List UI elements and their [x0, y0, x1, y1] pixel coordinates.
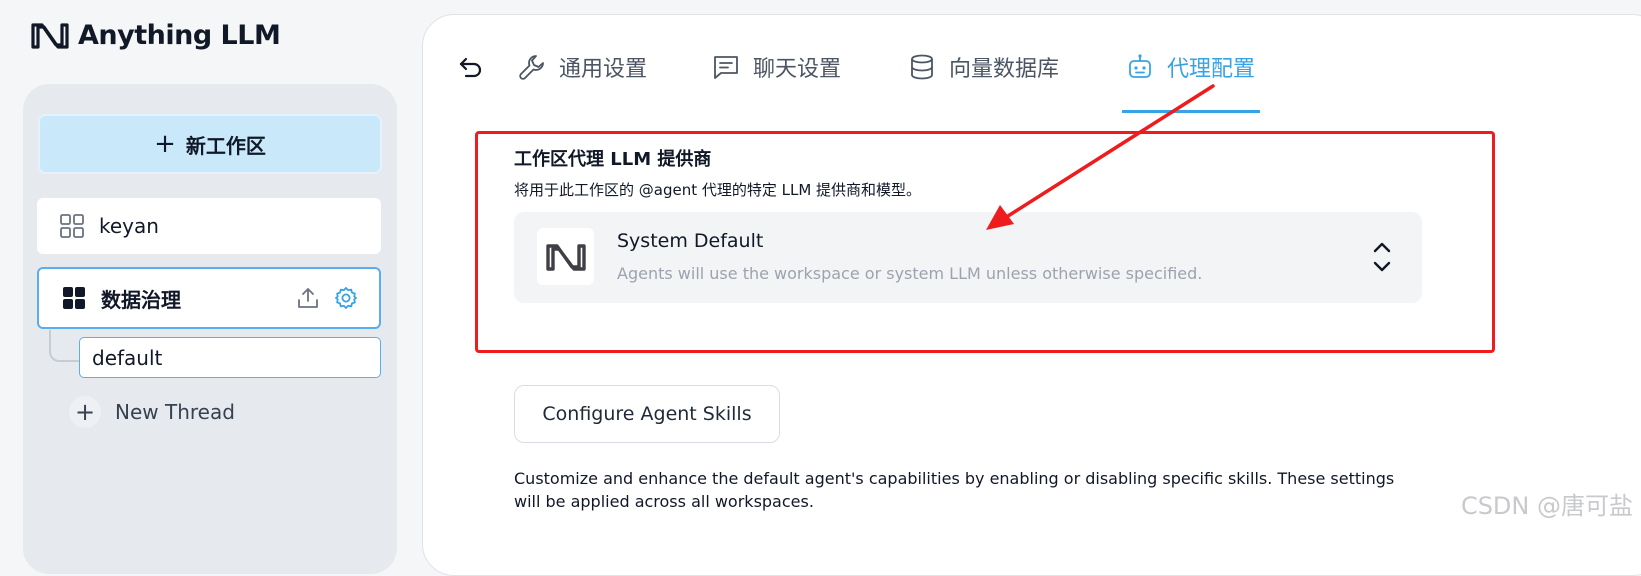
workspace-item-active[interactable]: 数据治理	[37, 267, 381, 329]
database-icon	[911, 54, 933, 80]
settings-panel: 通用设置 聊天设置 向量数据库 代理配置 工作区代理 LLM 提供商 将用于此工…	[422, 14, 1641, 576]
new-thread-button[interactable]: + New Thread	[69, 396, 235, 428]
workspace-name: 数据治理	[101, 287, 181, 312]
upload-icon[interactable]	[295, 285, 321, 311]
thread-connector	[49, 330, 79, 362]
plus-icon: +	[69, 396, 101, 428]
skills-description: Customize and enhance the default agent'…	[514, 469, 1395, 511]
tab-label: 代理配置	[1167, 57, 1256, 82]
grid-filled-icon	[63, 287, 85, 309]
thread-item-default[interactable]: default	[79, 337, 381, 378]
tab-agent-config[interactable]: 代理配置	[1125, 51, 1255, 83]
active-tab-indicator	[1122, 110, 1260, 113]
configure-agent-skills-button[interactable]: Configure Agent Skills	[514, 385, 780, 443]
app-name: Anything LLM	[78, 20, 281, 51]
app-logo: Anything LLM	[30, 20, 281, 51]
new-workspace-label: 新工作区	[185, 133, 266, 158]
tab-label: 聊天设置	[753, 57, 842, 82]
tab-label: 通用设置	[559, 57, 648, 82]
sidebar: + 新工作区 keyan 数据治理 default + New Thread	[23, 84, 397, 574]
workspace-name: keyan	[99, 214, 159, 238]
grid-outline-icon	[60, 214, 84, 238]
workspace-item-keyan[interactable]: keyan	[37, 198, 381, 254]
tab-chat-settings[interactable]: 聊天设置	[711, 51, 841, 83]
plus-icon: +	[154, 129, 176, 159]
chat-icon	[714, 56, 738, 79]
gear-icon[interactable]	[333, 285, 359, 311]
tab-general-settings[interactable]: 通用设置	[517, 51, 647, 83]
robot-icon	[1129, 54, 1151, 78]
new-workspace-button[interactable]: + 新工作区	[38, 114, 382, 174]
tab-label: 向量数据库	[949, 57, 1060, 82]
new-thread-label: New Thread	[115, 400, 235, 424]
tab-vector-database[interactable]: 向量数据库	[907, 51, 1059, 83]
thread-name: default	[92, 345, 163, 370]
back-arrow-icon[interactable]	[457, 53, 485, 81]
anything-llm-logo-icon	[31, 22, 69, 49]
watermark: CSDN @唐可盐	[1460, 492, 1633, 520]
wrench-icon	[519, 55, 544, 80]
annotation-highlight-box	[475, 131, 1495, 353]
